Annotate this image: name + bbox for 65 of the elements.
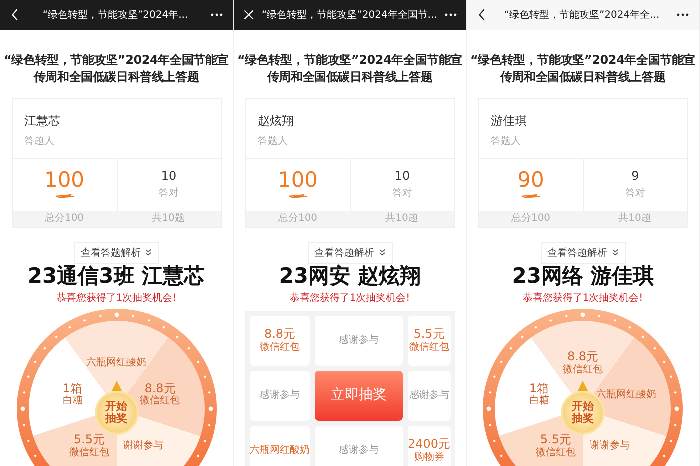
total-score: 总分100 <box>510 212 552 226</box>
prize-message: 恭喜您获得了1次抽奖机会! <box>522 292 644 305</box>
correct-count: 10 <box>161 169 177 184</box>
score-value: 90 <box>518 170 544 191</box>
page-title: “绿色转型，节能攻坚”2024年全... <box>503 8 661 22</box>
more-icon[interactable] <box>445 13 458 17</box>
prize-label: 谢谢参与 <box>124 440 164 452</box>
review-answers-button[interactable]: 查看答题解析 <box>308 242 392 264</box>
correct-label: 答对 <box>392 186 412 200</box>
more-icon[interactable] <box>211 13 223 17</box>
correct-label: 答对 <box>159 186 179 200</box>
score-value: 100 <box>44 170 85 191</box>
prize-cell: 2400元 购物券 <box>408 426 451 466</box>
result-title: 23网络 游佳琪 <box>512 264 654 289</box>
page-title: “绿色转型，节能攻坚”2024年全国节... <box>262 8 438 22</box>
participant-name: 江慧芯 <box>24 112 62 130</box>
prize-label: 谢谢参与 <box>590 440 630 452</box>
review-answers-button[interactable]: 查看答题解析 <box>540 242 626 264</box>
prize-cell: 8.8元 微信红包 <box>250 316 310 366</box>
chevron-down-icon <box>612 249 618 256</box>
quiz-heading: “绿色转型，节能攻坚”2024年全国节能宣传周和全国低碳日科普线上答题 <box>470 52 696 86</box>
participant-name: 游佳琪 <box>491 112 528 130</box>
page-title: “绿色转型，节能攻坚”2024年... <box>42 8 190 22</box>
correct-label: 答对 <box>626 186 646 200</box>
prize-message: 恭喜您获得了1次抽奖机会! <box>290 292 410 305</box>
question-count: 共10题 <box>151 212 186 226</box>
prize-cell: 感谢参与 <box>315 426 403 466</box>
question-count: 共10题 <box>618 212 652 226</box>
chevron-down-icon <box>145 249 152 256</box>
total-score: 总分100 <box>277 212 319 226</box>
review-answers-button[interactable]: 查看答题解析 <box>74 242 159 264</box>
prize-label: 5.5元 微信红包 <box>536 433 576 459</box>
prize-label: 1箱 白糖 <box>62 382 83 408</box>
prize-label: 5.5元 微信红包 <box>69 433 110 459</box>
participant-label: 答题人 <box>258 134 289 148</box>
prize-message: 恭喜您获得了1次抽奖机会! <box>56 292 177 305</box>
chevron-down-icon <box>378 249 386 256</box>
prize-label: 8.8元 微信红包 <box>140 382 180 408</box>
prize-cell: 六瓶网红酸奶 <box>250 426 310 466</box>
participant-label: 答题人 <box>491 134 522 148</box>
more-icon[interactable] <box>677 13 689 17</box>
result-title: 23网安 赵炫翔 <box>279 264 421 289</box>
correct-count: 10 <box>394 169 410 184</box>
quiz-heading: “绿色转型，节能攻坚”2024年全国节能宣传周和全国低碳日科普线上答题 <box>236 52 464 86</box>
question-count: 共10题 <box>384 212 420 226</box>
prize-cell: 5.5元 微信红包 <box>408 316 451 366</box>
prize-cell: 感谢参与 <box>315 316 403 366</box>
total-score: 总分100 <box>44 212 86 226</box>
prize-cell: 感谢参与 <box>250 370 310 421</box>
close-icon[interactable] <box>244 9 254 21</box>
prize-label: 8.8元 微信红包 <box>563 350 603 376</box>
prize-cell: 感谢参与 <box>408 370 451 421</box>
back-icon[interactable] <box>10 9 20 21</box>
correct-count: 9 <box>632 169 640 184</box>
participant-label: 答题人 <box>24 134 56 148</box>
prize-label: 六瓶网红酸奶 <box>86 357 146 369</box>
zigzag-icon <box>54 192 76 200</box>
prize-label: 1箱 白糖 <box>529 382 550 408</box>
back-icon[interactable] <box>477 9 487 21</box>
zigzag-icon <box>520 192 542 200</box>
result-title: 23通信3班 江慧芯 <box>28 264 206 289</box>
quiz-heading: “绿色转型，节能攻坚”2024年全国节能宣传周和全国低碳日科普线上答题 <box>3 52 230 86</box>
zigzag-icon <box>287 192 309 200</box>
score-value: 100 <box>278 170 318 191</box>
participant-name: 赵炫翔 <box>258 112 295 130</box>
